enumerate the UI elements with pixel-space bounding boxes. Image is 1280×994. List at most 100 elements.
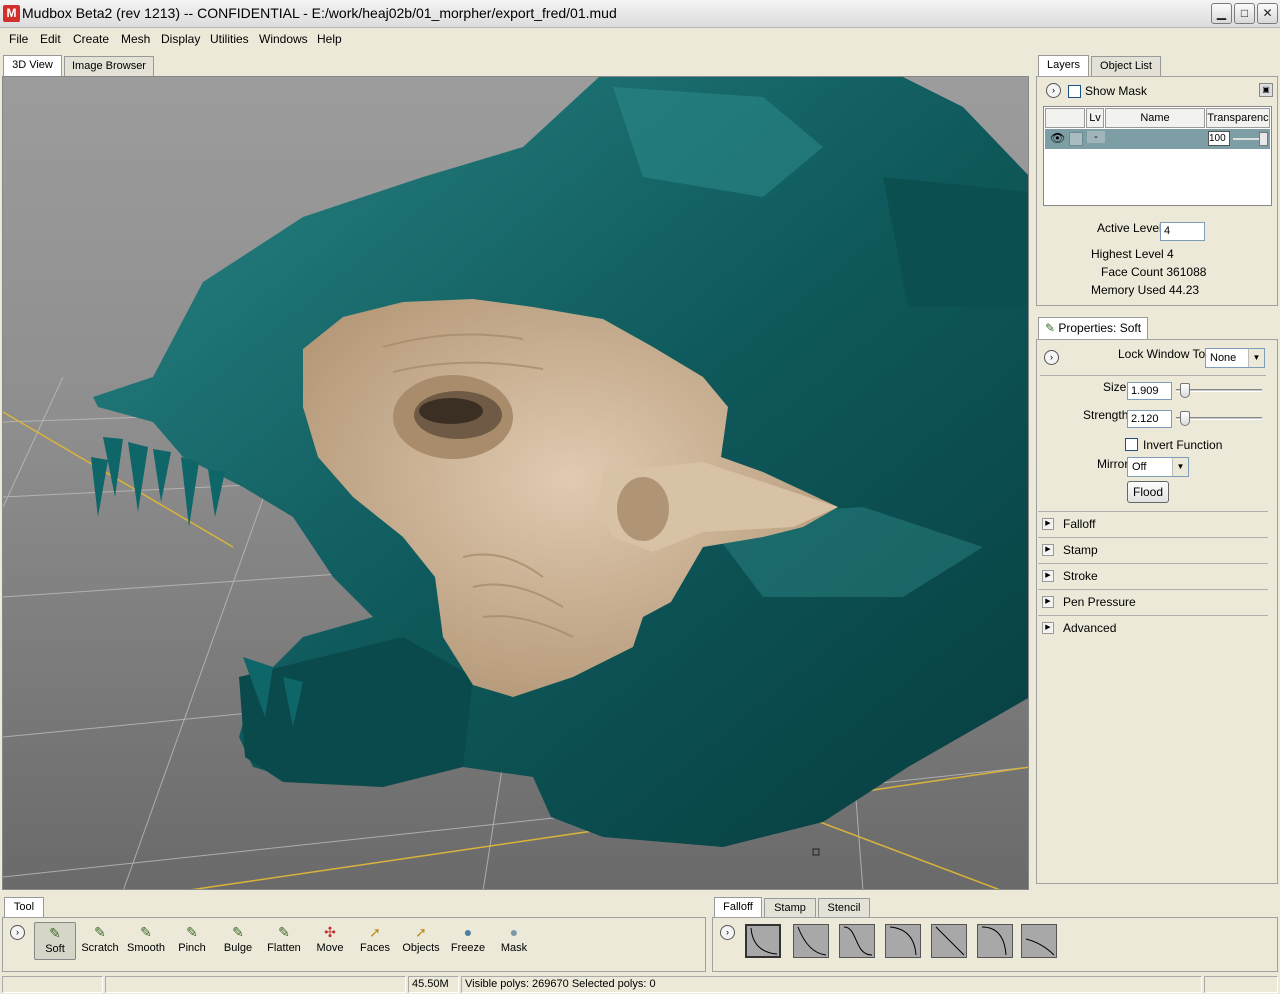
tool-move[interactable]: ✣ Move — [309, 922, 351, 960]
tool-soft[interactable]: ✎ Soft — [34, 922, 76, 960]
menu-create[interactable]: Create — [73, 32, 109, 46]
layer-lock-icon[interactable] — [1069, 132, 1083, 146]
flood-button[interactable]: Flood — [1127, 481, 1169, 503]
brush-icon: ✎ — [1044, 321, 1055, 335]
mirror-value: Off — [1132, 461, 1147, 473]
falloff-shelf-options-button[interactable]: › — [720, 925, 735, 940]
column-header-name[interactable]: Name — [1105, 108, 1205, 128]
falloff-curve-icon — [981, 926, 1007, 956]
section-stroke[interactable]: ▶ Stroke — [1038, 563, 1268, 589]
tool-bulge[interactable]: ✎ Bulge — [217, 922, 259, 960]
size-input[interactable]: 1.909 — [1127, 382, 1172, 400]
tool-shelf-options-button[interactable]: › — [10, 925, 25, 940]
falloff-preset-1[interactable] — [745, 924, 781, 958]
tab-properties[interactable]: ✎ Properties: Soft — [1038, 317, 1148, 339]
section-label: Pen Pressure — [1063, 595, 1136, 609]
tab-stamp[interactable]: Stamp — [764, 898, 816, 918]
properties-options-button[interactable]: › — [1044, 350, 1059, 365]
tool-mask[interactable]: ● Mask — [493, 922, 535, 960]
section-label: Falloff — [1063, 517, 1096, 531]
chevron-right-icon: › — [1052, 85, 1055, 95]
properties-tab-label: Properties: Soft — [1058, 321, 1142, 335]
tool-pinch[interactable]: ✎ Pinch — [171, 922, 213, 960]
expand-icon: ▶ — [1042, 596, 1054, 608]
section-advanced[interactable]: ▶ Advanced — [1038, 615, 1268, 641]
minimize-icon: ▁ — [1216, 6, 1227, 20]
strength-slider-thumb[interactable] — [1179, 411, 1190, 426]
face-count: Face Count 361088 — [1101, 265, 1207, 279]
transparency-slider[interactable] — [1233, 138, 1261, 140]
status-cell-empty — [1204, 976, 1278, 993]
tool-objects[interactable]: ➚ Objects — [400, 922, 442, 960]
tab-3d-view[interactable]: 3D View — [3, 55, 62, 76]
menu-file[interactable]: File — [9, 32, 28, 46]
tool-scratch[interactable]: ✎ Scratch — [79, 922, 121, 960]
3d-viewport[interactable] — [2, 76, 1029, 890]
eye-icon[interactable]: 👁 — [1050, 131, 1065, 145]
tool-freeze[interactable]: ● Freeze — [447, 922, 489, 960]
mirror-dropdown[interactable]: Off ▼ — [1127, 457, 1189, 477]
tool-label: Flatten — [267, 942, 301, 954]
size-slider-thumb[interactable] — [1179, 383, 1190, 398]
falloff-preset-5[interactable] — [931, 924, 967, 958]
section-stamp[interactable]: ▶ Stamp — [1038, 537, 1268, 563]
tool-smooth[interactable]: ✎ Smooth — [125, 922, 167, 960]
tab-falloff[interactable]: Falloff — [714, 897, 762, 917]
falloff-curve-icon — [1025, 938, 1055, 956]
transparency-slider-thumb[interactable] — [1259, 132, 1268, 146]
layer-transparency-value[interactable]: 100 — [1208, 131, 1230, 146]
lock-window-dropdown[interactable]: None ▼ — [1205, 348, 1265, 368]
column-header-level: Lv — [1086, 108, 1104, 128]
layer-row[interactable]: 👁 - 100 — [1045, 129, 1270, 149]
tab-stencil[interactable]: Stencil — [818, 898, 870, 918]
falloff-preset-3[interactable] — [839, 924, 875, 958]
active-level-input[interactable]: 4 — [1160, 222, 1205, 241]
falloff-preset-6[interactable] — [977, 924, 1013, 958]
tab-layers[interactable]: Layers — [1038, 55, 1089, 76]
lock-window-value: None — [1210, 352, 1237, 364]
column-header-transparency[interactable]: Transparenc — [1206, 108, 1270, 128]
close-button[interactable]: ✕ — [1257, 3, 1278, 24]
menu-utilities[interactable]: Utilities — [210, 32, 249, 46]
scratch-brush-icon: ✎ — [94, 924, 106, 940]
soft-brush-icon: ✎ — [49, 925, 61, 941]
lock-icon[interactable]: ▣ — [1259, 83, 1273, 97]
size-label: Size — [1103, 380, 1127, 394]
tab-object-list[interactable]: Object List — [1091, 56, 1161, 76]
menu-windows[interactable]: Windows — [259, 32, 308, 46]
tab-tool[interactable]: Tool — [4, 897, 44, 917]
minimize-button[interactable]: ▁ — [1211, 3, 1232, 24]
pinch-brush-icon: ✎ — [186, 924, 198, 940]
falloff-curve-icon — [889, 926, 917, 956]
tool-flatten[interactable]: ✎ Flatten — [263, 922, 305, 960]
tool-label: Soft — [45, 943, 65, 955]
menu-help[interactable]: Help — [317, 32, 342, 46]
tool-label: Scratch — [81, 942, 119, 954]
menu-mesh[interactable]: Mesh — [121, 32, 150, 46]
divider — [1040, 375, 1266, 376]
tab-image-browser[interactable]: Image Browser — [64, 56, 154, 76]
tool-label: Move — [316, 942, 344, 954]
section-falloff[interactable]: ▶ Falloff — [1038, 511, 1268, 537]
menu-edit[interactable]: Edit — [40, 32, 61, 46]
maximize-button[interactable]: □ — [1234, 3, 1255, 24]
status-cell-empty — [2, 976, 103, 993]
strength-input[interactable]: 2.120 — [1127, 410, 1172, 428]
flatten-brush-icon: ✎ — [278, 924, 290, 940]
show-mask-checkbox[interactable] — [1068, 85, 1081, 98]
chevron-down-icon: ▼ — [1248, 349, 1264, 367]
sculpt-scene[interactable] — [3, 77, 1029, 890]
menu-display[interactable]: Display — [161, 32, 200, 46]
layer-level: - — [1087, 131, 1105, 143]
show-mask-label: Show Mask — [1085, 84, 1148, 98]
falloff-preset-4[interactable] — [885, 924, 921, 958]
invert-function-checkbox[interactable] — [1125, 438, 1138, 451]
falloff-preset-7[interactable] — [1021, 924, 1057, 958]
falloff-curve-icon — [750, 927, 778, 955]
layers-options-button[interactable]: › — [1046, 83, 1061, 98]
section-pen-pressure[interactable]: ▶ Pen Pressure — [1038, 589, 1268, 615]
tool-faces[interactable]: ➚ Faces — [354, 922, 396, 960]
active-level-label: Active Level — [1097, 221, 1162, 235]
falloff-preset-2[interactable] — [793, 924, 829, 958]
status-memory: 45.50M — [408, 976, 459, 993]
